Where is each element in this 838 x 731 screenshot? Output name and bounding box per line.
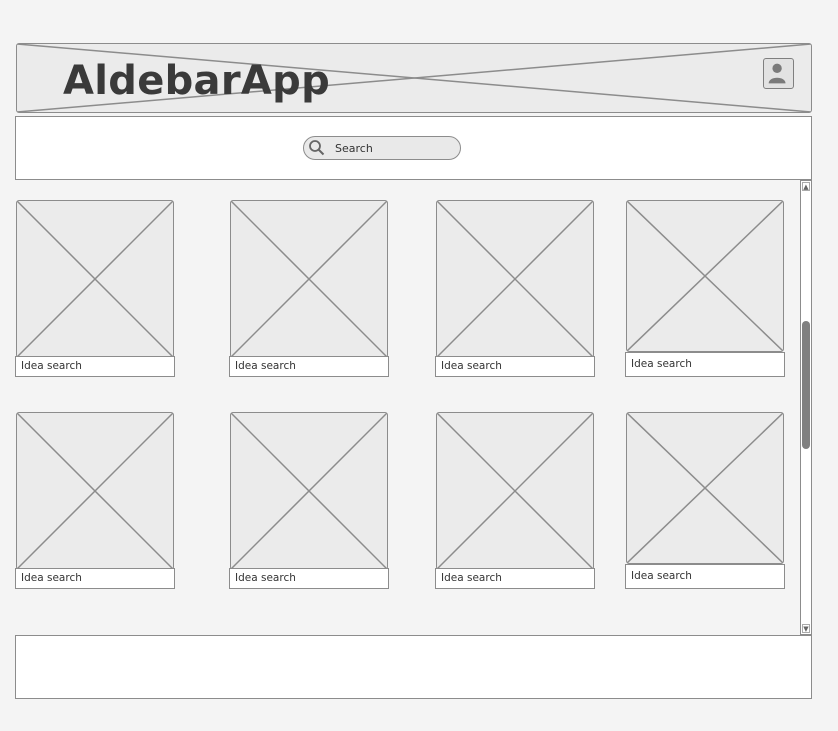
card-image-placeholder[interactable]: [436, 412, 594, 570]
card-image-placeholder[interactable]: [230, 200, 388, 358]
card-image-placeholder[interactable]: [16, 412, 174, 570]
card-caption[interactable]: Idea search: [229, 568, 389, 589]
vertical-scrollbar[interactable]: ▲ ▼: [800, 180, 812, 635]
navigation-bar: Search: [15, 116, 812, 180]
header-banner: AldebarApp: [16, 43, 812, 113]
card-image-placeholder[interactable]: [626, 412, 784, 564]
search-input[interactable]: Search: [303, 136, 461, 160]
card-image-placeholder[interactable]: [230, 412, 388, 570]
card-image-placeholder[interactable]: [16, 200, 174, 358]
card-caption[interactable]: Idea search: [229, 356, 389, 377]
scroll-up-arrow-icon[interactable]: ▲: [802, 182, 810, 191]
card-caption[interactable]: Idea search: [435, 568, 595, 589]
card-caption[interactable]: Idea search: [435, 356, 595, 377]
card-caption[interactable]: Idea search: [625, 352, 785, 377]
card-caption[interactable]: Idea search: [625, 564, 785, 589]
card-caption[interactable]: Idea search: [15, 356, 175, 377]
search-placeholder: Search: [335, 142, 373, 155]
scrollbar-thumb[interactable]: [802, 321, 810, 449]
app-title: AldebarApp: [63, 58, 331, 104]
footer: [15, 635, 812, 699]
search-icon: [309, 140, 325, 156]
scroll-down-arrow-icon[interactable]: ▼: [802, 624, 810, 633]
card-image-placeholder[interactable]: [436, 200, 594, 358]
card-image-placeholder[interactable]: [626, 200, 784, 352]
user-avatar-icon[interactable]: [763, 58, 794, 89]
card-caption[interactable]: Idea search: [15, 568, 175, 589]
